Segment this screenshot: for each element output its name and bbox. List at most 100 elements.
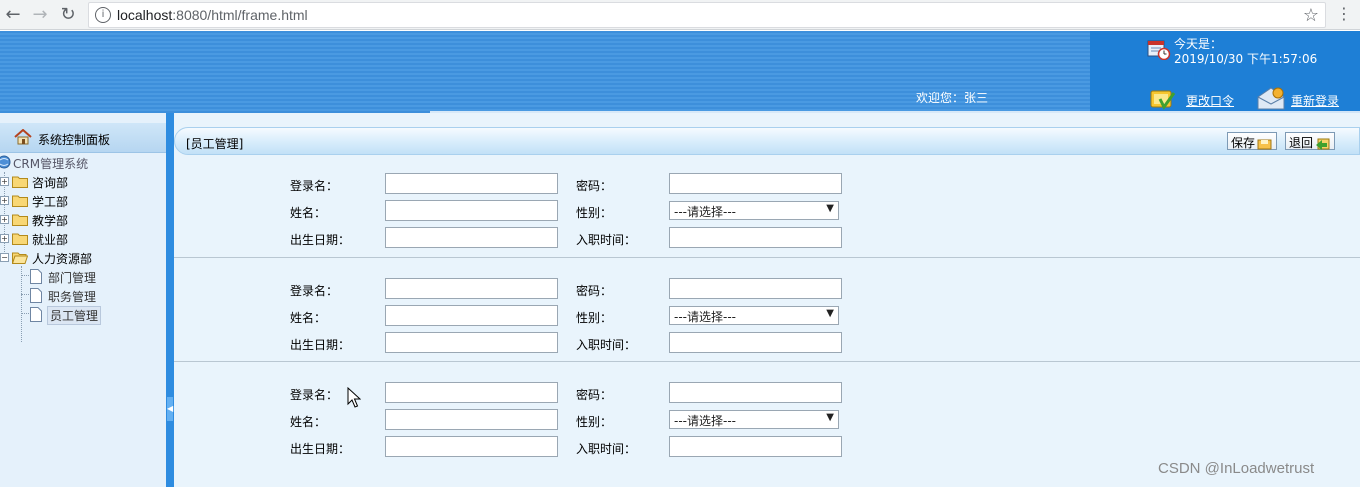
tree-page-employee[interactable]: 员工管理 [0,305,166,325]
birth-input[interactable] [385,332,558,353]
open-folder-icon [12,252,28,264]
birth-label: 出生日期： [290,442,351,456]
gender-label: 性别： [576,206,613,220]
gender-label: 性别： [576,311,613,325]
back-button[interactable]: ← [2,4,24,26]
name-input[interactable] [385,305,558,326]
password-input[interactable] [669,382,842,403]
sidebar-title: 系统控制面板 [38,133,111,147]
tree-root-label: CRM管理系统 [13,157,89,171]
gender-select[interactable]: ---请选择--- ▼ [669,201,839,220]
expand-icon[interactable]: + [0,215,9,224]
system-globe-icon [0,155,11,169]
gender-select[interactable]: ---请选择--- ▼ [669,410,839,429]
tree-folder-student[interactable]: + 学工部 [0,191,166,210]
password-input[interactable] [669,278,842,299]
top-banner: 今天是： 2019/10/30 下午1:57:06 欢迎您：张三 更改口令 重新… [0,31,1360,113]
watermark: CSDN @InLoadwetrust [1158,460,1315,477]
info-icon[interactable]: i [95,7,111,23]
relogin-icon [1257,87,1285,110]
hire-label: 入职时间： [576,338,637,352]
tree-folder-label: 教学部 [32,214,69,228]
url-host: localhost [117,7,173,23]
bookmark-star-icon[interactable]: ☆ [1303,5,1319,26]
reload-button[interactable]: ↻ [57,4,79,26]
tree-page-label: 员工管理 [47,306,102,325]
mouse-cursor-icon [347,387,361,408]
hire-input[interactable] [669,332,842,353]
back-button[interactable]: 退回 [1285,132,1336,150]
back-label: 退回 [1289,136,1314,150]
url-path: :8080/html/frame.html [172,7,308,23]
employee-form-section: 登录名： 密码： 姓名： 性别： ---请选择--- ▼ 出生日期： 入职时间： [174,361,1360,465]
folder-icon [12,176,28,188]
save-icon [1257,139,1272,149]
birth-label: 出生日期： [290,338,351,352]
folder-icon [12,195,28,207]
change-password-link[interactable]: 更改口令 [1186,92,1234,109]
welcome-text: 欢迎您：张三 [916,91,989,105]
browser-toolbar: ← → ↻ i localhost:8080/html/frame.html ☆… [0,0,1360,30]
tree-page-position[interactable]: 职务管理 [0,286,166,305]
sidebar-splitter[interactable]: ◀ [166,113,174,487]
collapse-icon[interactable]: − [0,253,9,262]
expand-icon[interactable]: + [0,177,9,186]
forward-button[interactable]: → [29,4,51,26]
login-input[interactable] [385,382,558,403]
gender-select-value: ---请选择--- [674,205,736,219]
login-label: 登录名： [290,284,339,298]
document-icon [30,288,42,303]
login-label: 登录名： [290,179,339,193]
hire-input[interactable] [669,436,842,457]
name-label: 姓名： [290,415,327,429]
tree-folder-consult[interactable]: + 咨询部 [0,172,166,191]
password-label: 密码： [576,388,613,402]
tree-folder-employment[interactable]: + 就业部 [0,229,166,248]
login-label: 登录名： [290,388,339,402]
dropdown-arrow-icon: ▼ [826,203,834,214]
password-input[interactable] [669,173,842,194]
hire-label: 入职时间： [576,233,637,247]
tree-page-label: 部门管理 [48,271,97,285]
tree-folder-label: 学工部 [32,195,69,209]
return-icon [1316,138,1330,150]
tree-root[interactable]: CRM管理系统 [0,153,166,172]
name-input[interactable] [385,409,558,430]
expand-icon[interactable]: + [0,196,9,205]
main-content: [员工管理] 保存 退回 登录名： 密码： 姓名： 性别： ---请选择--- ▼… [174,113,1360,487]
password-label: 密码： [576,179,613,193]
collapse-sidebar-handle[interactable]: ◀ [167,397,173,421]
tree-folder-label: 就业部 [32,233,69,247]
folder-icon [12,214,28,226]
folder-icon [12,233,28,245]
relogin-link[interactable]: 重新登录 [1291,92,1339,109]
tree-folder-hr[interactable]: − 人力资源部 [0,248,166,267]
birth-label: 出生日期： [290,233,351,247]
gender-select-value: ---请选择--- [674,310,736,324]
save-button[interactable]: 保存 [1227,132,1278,150]
url-text: localhost:8080/html/frame.html [117,7,308,23]
document-icon [30,307,42,322]
birth-input[interactable] [385,436,558,457]
hire-input[interactable] [669,227,842,248]
employee-form-section: 登录名： 密码： 姓名： 性别： ---请选择--- ▼ 出生日期： 入职时间： [174,257,1360,361]
browser-menu-icon[interactable]: ⋮ [1336,4,1352,26]
save-label: 保存 [1231,136,1256,150]
gender-select[interactable]: ---请选择--- ▼ [669,306,839,325]
tree-page-department[interactable]: 部门管理 [0,267,166,286]
tree-folder-label: 咨询部 [32,176,69,190]
address-bar[interactable]: i localhost:8080/html/frame.html ☆ [88,2,1326,28]
login-input[interactable] [385,278,558,299]
expand-icon[interactable]: + [0,234,9,243]
tree-folder-label: 人力资源部 [32,252,93,266]
home-icon [14,129,32,145]
login-input[interactable] [385,173,558,194]
password-label: 密码： [576,284,613,298]
name-input[interactable] [385,200,558,221]
date-value: 2019/10/30 下午1:57:06 [1174,52,1318,66]
birth-input[interactable] [385,227,558,248]
tree-folder-teaching[interactable]: + 教学部 [0,210,166,229]
breadcrumb: [员工管理] [186,137,244,151]
dropdown-arrow-icon: ▼ [826,412,834,423]
content-titlebar: [员工管理] 保存 退回 [174,127,1360,155]
